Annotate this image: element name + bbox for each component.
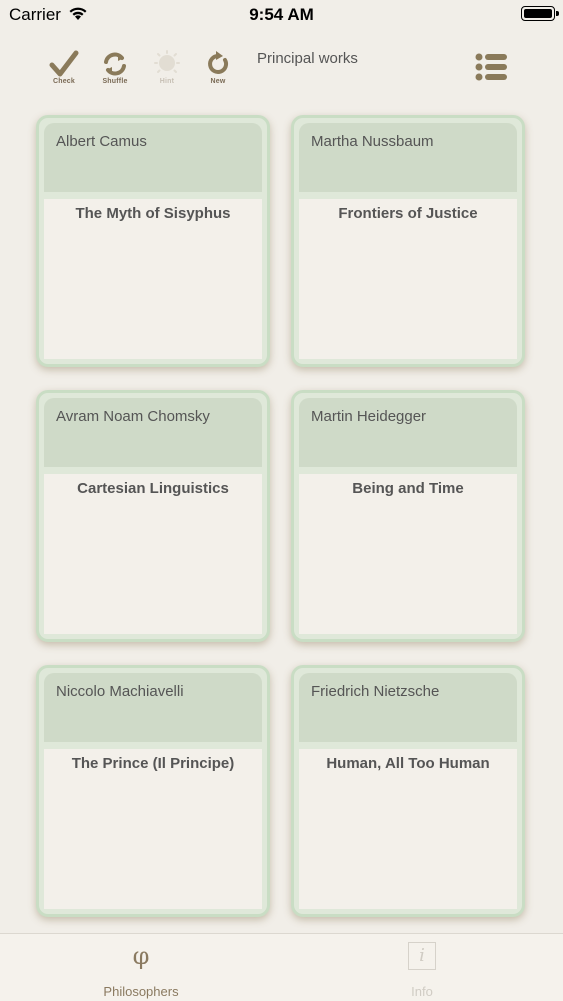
hint-button[interactable]: Hint: [149, 50, 185, 90]
philosopher-card[interactable]: Niccolo Machiavelli The Prince (Il Princ…: [36, 665, 270, 917]
philosopher-name: Albert Camus: [56, 133, 147, 150]
card-drop-area[interactable]: Human, All Too Human: [299, 749, 517, 909]
principal-work: Frontiers of Justice: [338, 205, 478, 222]
card-drop-area[interactable]: Frontiers of Justice: [299, 199, 517, 359]
philosopher-card[interactable]: Friedrich Nietzsche Human, All Too Human: [291, 665, 525, 917]
tab-philosophers-label: Philosophers: [103, 984, 179, 999]
checkmark-icon: [49, 50, 79, 77]
refresh-icon: [208, 51, 229, 74]
philosopher-card[interactable]: Martha Nussbaum Frontiers of Justice: [291, 115, 525, 367]
philosopher-card[interactable]: Martin Heidegger Being and Time: [291, 390, 525, 642]
card-header: Martha Nussbaum: [299, 123, 517, 192]
card-drop-area[interactable]: The Myth of Sisyphus: [44, 199, 262, 359]
new-button[interactable]: New: [200, 50, 236, 90]
principal-work: The Myth of Sisyphus: [75, 205, 231, 222]
philosopher-card[interactable]: Avram Noam Chomsky Cartesian Linguistics: [36, 390, 270, 642]
shuffle-label: Shuffle: [102, 78, 128, 85]
principal-work: The Prince (Il Principe): [71, 755, 235, 772]
info-icon: i: [408, 942, 436, 970]
hint-label: Hint: [159, 78, 175, 85]
principal-work: Human, All Too Human: [326, 755, 490, 772]
shuffle-icon: [104, 52, 126, 76]
toolbar-title: Principal works: [257, 50, 358, 67]
card-header: Albert Camus: [44, 123, 262, 192]
tab-info-label: Info: [411, 984, 433, 999]
status-bar: Carrier 9:54 AM: [0, 0, 563, 30]
tab-info[interactable]: i Info: [352, 934, 492, 1001]
card-header: Niccolo Machiavelli: [44, 673, 262, 742]
philosopher-name: Avram Noam Chomsky: [56, 408, 210, 425]
philosopher-name: Martha Nussbaum: [311, 133, 434, 150]
battery-icon: [521, 6, 559, 21]
philosopher-name: Martin Heidegger: [311, 408, 427, 425]
card-drop-area[interactable]: The Prince (Il Principe): [44, 749, 262, 909]
new-label: New: [210, 78, 226, 85]
shuffle-button[interactable]: Shuffle: [97, 50, 133, 90]
principal-work: Cartesian Linguistics: [77, 480, 229, 497]
list-icon: [475, 53, 507, 81]
philosopher-name: Friedrich Nietzsche: [311, 683, 440, 700]
card-drop-area[interactable]: Cartesian Linguistics: [44, 474, 262, 634]
card-header: Friedrich Nietzsche: [299, 673, 517, 742]
philosopher-card[interactable]: Albert Camus The Myth of Sisyphus: [36, 115, 270, 367]
lightbulb-icon: [154, 50, 180, 73]
card-header: Martin Heidegger: [299, 398, 517, 467]
check-label: Check: [52, 78, 75, 85]
philosopher-name: Niccolo Machiavelli: [56, 683, 184, 700]
card-drop-area[interactable]: Being and Time: [299, 474, 517, 634]
check-button[interactable]: Check: [46, 50, 82, 90]
list-menu-button[interactable]: [472, 48, 510, 86]
phi-icon: φ: [132, 942, 150, 970]
status-time: 9:54 AM: [249, 5, 314, 24]
principal-work: Being and Time: [352, 480, 464, 497]
tab-bar: φ Philosophers i Info: [0, 933, 563, 1001]
tab-philosophers[interactable]: φ Philosophers: [71, 934, 211, 1001]
card-header: Avram Noam Chomsky: [44, 398, 262, 467]
